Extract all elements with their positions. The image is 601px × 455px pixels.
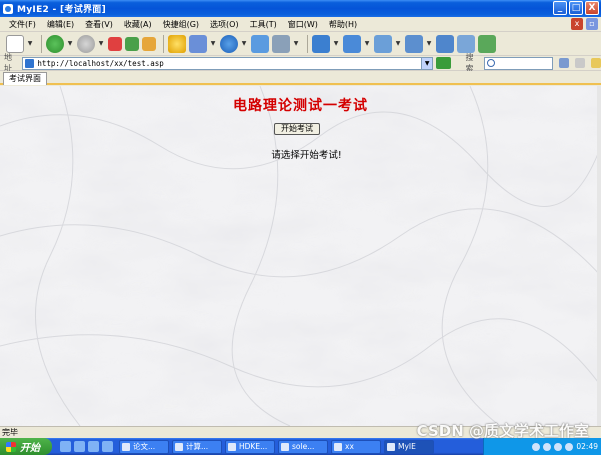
fullscreen-icon[interactable] — [436, 34, 454, 53]
proxy-icon[interactable] — [272, 34, 290, 53]
menu-edit[interactable]: 编辑(E) — [47, 19, 74, 30]
task-hdke[interactable]: HDKE... — [225, 439, 275, 454]
address-bar: 地址 http://localhost/xx/test.asp ▼ 搜索 — [0, 53, 601, 73]
toolbar-separator — [41, 34, 42, 53]
groups-icon[interactable] — [189, 34, 207, 53]
tray-volume-icon[interactable] — [543, 442, 552, 451]
task-calc[interactable]: 计算... — [172, 439, 222, 454]
proxy-dropdown-icon[interactable]: ▼ — [293, 35, 299, 53]
window-title: MyIE2 - [考试界面] — [17, 5, 107, 15]
myie-icon — [387, 442, 395, 451]
address-url[interactable]: http://localhost/xx/test.asp — [37, 59, 163, 68]
start-exam-button[interactable]: 开始考试 — [274, 123, 320, 135]
menu-view[interactable]: 查看(V) — [85, 19, 113, 30]
tab-exam[interactable]: 考试界面 — [3, 72, 47, 85]
favorites-star-icon[interactable] — [168, 34, 186, 53]
refresh-icon[interactable] — [125, 36, 139, 51]
groups-dropdown-icon[interactable]: ▼ — [210, 35, 216, 53]
toolbar-separator — [307, 34, 308, 53]
start-label: 开始 — [20, 443, 40, 454]
forward-dropdown-icon[interactable]: ▼ — [98, 35, 104, 53]
tray-antivirus-icon[interactable] — [554, 442, 563, 451]
tile-windows-icon[interactable] — [374, 34, 392, 53]
cascade-dropdown-icon[interactable]: ▼ — [426, 35, 432, 53]
back-dropdown-icon[interactable]: ▼ — [67, 35, 73, 53]
task-xx[interactable]: xx — [331, 439, 381, 454]
app-icon — [281, 442, 289, 451]
menu-favorites[interactable]: 收藏(A) — [124, 19, 152, 30]
forward-icon[interactable] — [77, 34, 95, 53]
quicklaunch-desktop-icon[interactable] — [74, 441, 85, 452]
menu-options[interactable]: 选项(O) — [210, 19, 239, 30]
page-icon — [25, 58, 35, 68]
marble-background — [0, 86, 601, 426]
window-titlebar[interactable]: MyIE2 - [考试界面] _ □ X — [0, 0, 601, 17]
maximize-button[interactable]: □ — [569, 1, 583, 15]
quicklaunch-media-icon[interactable] — [88, 441, 99, 452]
quick-launch — [60, 441, 113, 452]
new-page-dropdown-icon[interactable]: ▼ — [27, 35, 33, 53]
search-input[interactable] — [483, 56, 554, 70]
quicklaunch-ie-icon[interactable] — [60, 441, 71, 452]
restore-tab-icon[interactable]: ▫ — [586, 18, 598, 30]
task-paper[interactable]: 论文... — [119, 439, 169, 454]
computer-icon — [175, 442, 183, 451]
undo-close-dropdown-icon[interactable]: ▼ — [364, 35, 370, 53]
highlight-icon[interactable] — [575, 58, 586, 68]
search-icon — [486, 58, 495, 67]
tab-strip: 考试界面 — [0, 71, 601, 85]
download-icon[interactable] — [312, 34, 330, 53]
task-sole[interactable]: sole... — [278, 439, 328, 454]
pencil-icon[interactable] — [591, 58, 601, 68]
task-myie[interactable]: MyIE — [384, 439, 434, 454]
close-button[interactable]: X — [585, 1, 599, 15]
plugin-icon[interactable] — [478, 34, 496, 53]
tile-dropdown-icon[interactable]: ▼ — [395, 35, 401, 53]
undo-close-icon[interactable] — [343, 34, 361, 53]
go-button[interactable] — [436, 57, 452, 69]
globe-icon[interactable] — [220, 34, 238, 53]
toolbar: ▼ ▼ ▼ ▼ ▼ ▼ ▼ ▼ ▼ ▼ — [0, 32, 601, 56]
menu-help[interactable]: 帮助(H) — [329, 19, 357, 30]
cascade-windows-icon[interactable] — [405, 34, 423, 53]
doc-icon — [122, 442, 130, 451]
app-icon — [228, 442, 236, 451]
options-icon[interactable] — [457, 34, 475, 53]
status-text: 完毕 — [2, 428, 18, 437]
stop-icon[interactable] — [108, 36, 122, 51]
page-title: 电路理论测试一考试 — [233, 98, 368, 114]
close-tab-icon[interactable]: x — [571, 18, 583, 30]
windows-flag-icon — [6, 441, 16, 452]
address-dropdown-icon[interactable]: ▼ — [421, 57, 433, 69]
menu-bar: 文件(F) 编辑(E) 查看(V) 收藏(A) 快捷组(G) 选项(O) 工具(… — [0, 17, 601, 32]
start-button[interactable]: 开始 — [0, 438, 52, 455]
csdn-watermark: CSDN @质文学术工作室 — [416, 422, 589, 440]
menu-right-icons: x ▫ — [571, 18, 598, 30]
toolbar-separator — [163, 34, 164, 53]
window-controls: _ □ X — [553, 1, 599, 15]
new-page-icon[interactable] — [6, 34, 24, 53]
tray-clock[interactable]: 02:49 — [576, 442, 598, 451]
page-content: 电路理论测试一考试 开始考试 请选择开始考试! — [0, 86, 601, 426]
menu-window[interactable]: 窗口(W) — [288, 19, 318, 30]
menu-tools[interactable]: 工具(T) — [250, 19, 277, 30]
home-icon[interactable] — [142, 36, 156, 51]
minimize-button[interactable]: _ — [553, 1, 567, 15]
myie-app-icon — [3, 3, 13, 14]
menu-file[interactable]: 文件(F) — [9, 19, 36, 30]
back-icon[interactable] — [46, 34, 64, 53]
quicklaunch-explorer-icon[interactable] — [102, 441, 113, 452]
tray-network-icon[interactable] — [532, 442, 541, 451]
globe-dropdown-icon[interactable]: ▼ — [241, 35, 247, 53]
menu-groups[interactable]: 快捷组(G) — [163, 19, 199, 30]
download-dropdown-icon[interactable]: ▼ — [333, 35, 339, 53]
folder-icon — [334, 442, 342, 451]
exam-prompt: 请选择开始考试! — [271, 150, 342, 161]
search-engine-icon[interactable] — [559, 58, 570, 68]
vertical-scrollbar[interactable] — [597, 86, 601, 426]
mail-icon[interactable] — [251, 34, 269, 53]
address-input[interactable]: http://localhost/xx/test.asp ▼ — [22, 56, 434, 70]
tray-ime-icon[interactable] — [565, 442, 574, 451]
